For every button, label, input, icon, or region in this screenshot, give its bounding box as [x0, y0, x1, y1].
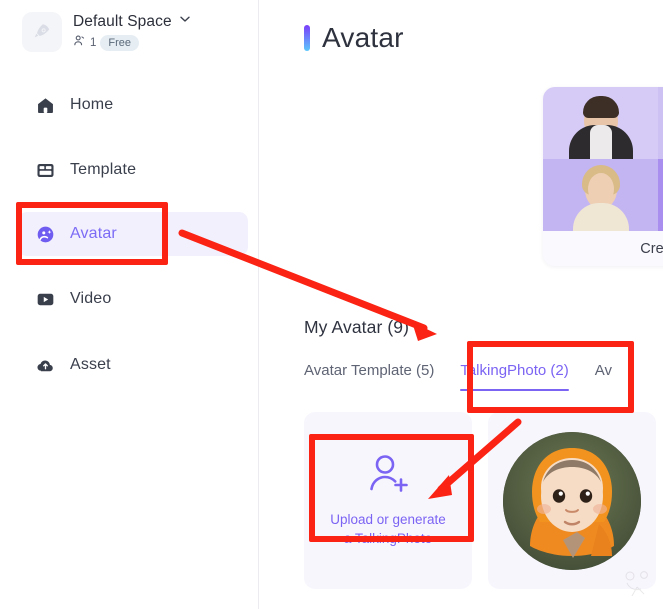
avatar-photo [503, 431, 641, 570]
avatar-tile [543, 87, 658, 159]
upload-label-line1: Upload or generate [330, 512, 446, 527]
create-avatar-card[interactable]: Creat [543, 87, 663, 266]
avatar-tile [543, 159, 658, 231]
create-avatar-label: Creat [640, 240, 663, 257]
workspace-meta: Default Space 1 Free [73, 12, 192, 52]
sidebar-item-label: Avatar [70, 225, 117, 242]
tab-label: Av [594, 362, 612, 379]
workspace-title-row: Default Space [73, 12, 192, 31]
page-title: Avatar [322, 22, 404, 53]
workspace-switcher[interactable]: Default Space 1 Free [22, 12, 192, 52]
sidebar-item-label: Home [70, 96, 114, 113]
member-count: 1 [90, 37, 97, 49]
workspace-name: Default Space [73, 12, 172, 30]
avatar-card-list: Upload or generate photo a TalkingPhoto [304, 412, 656, 589]
tab-talkingphoto[interactable]: TalkingPhoto (2) [460, 362, 570, 391]
workspace-subline: 1 Free [73, 34, 192, 52]
avatar-tile [658, 159, 663, 231]
upload-talkingphoto-label: Upload or generate photo a TalkingPhoto [330, 510, 446, 548]
watermark-icon [617, 563, 657, 603]
sidebar-item-label: Video [70, 290, 112, 307]
home-icon [34, 94, 56, 116]
app-root: Default Space 1 Free Home Template Avata… [0, 0, 663, 609]
tab-label: TalkingPhoto (2) [460, 362, 569, 379]
video-icon [34, 288, 56, 310]
sidebar-item-label: Asset [70, 356, 111, 373]
plan-badge: Free [100, 35, 140, 51]
upload-talkingphoto-card[interactable]: Upload or generate photo a TalkingPhoto [304, 412, 472, 589]
sidebar-item-home[interactable]: Home [18, 83, 248, 127]
avatar-preview-grid [543, 87, 663, 231]
avatar-tile [658, 87, 663, 159]
sidebar: Default Space 1 Free Home Template Avata… [0, 0, 259, 609]
main-content: Avatar Cre My Avatar (9) Avatar Template… [260, 0, 663, 609]
chevron-down-icon[interactable] [178, 12, 192, 31]
tab-label: Avatar Template (5) [304, 362, 435, 379]
sidebar-item-asset[interactable]: Asset [18, 343, 248, 387]
rocket-icon [22, 12, 62, 52]
tab-avatar-third[interactable]: Av [595, 362, 612, 391]
sidebar-item-video[interactable]: Video [18, 277, 248, 321]
avatar-tabs: Avatar Template (5) TalkingPhoto (2) Av [304, 362, 612, 391]
section-title: My Avatar (9) [304, 317, 410, 337]
template-icon [34, 159, 56, 181]
members-icon [73, 34, 86, 52]
asset-cloud-icon [34, 354, 56, 376]
sidebar-item-label: Template [70, 161, 137, 178]
avatar-icon [34, 223, 56, 245]
user-plus-icon [365, 453, 411, 500]
upload-label-line2b: a TalkingPhoto [343, 531, 433, 546]
tab-avatar-template[interactable]: Avatar Template (5) [304, 362, 434, 391]
sidebar-item-template[interactable]: Template [18, 148, 248, 192]
page-title-wrap: Avatar [304, 22, 404, 54]
title-accent-bar [304, 25, 310, 51]
create-avatar-card-footer: Creat [543, 231, 663, 266]
sidebar-item-avatar[interactable]: Avatar [18, 212, 248, 256]
